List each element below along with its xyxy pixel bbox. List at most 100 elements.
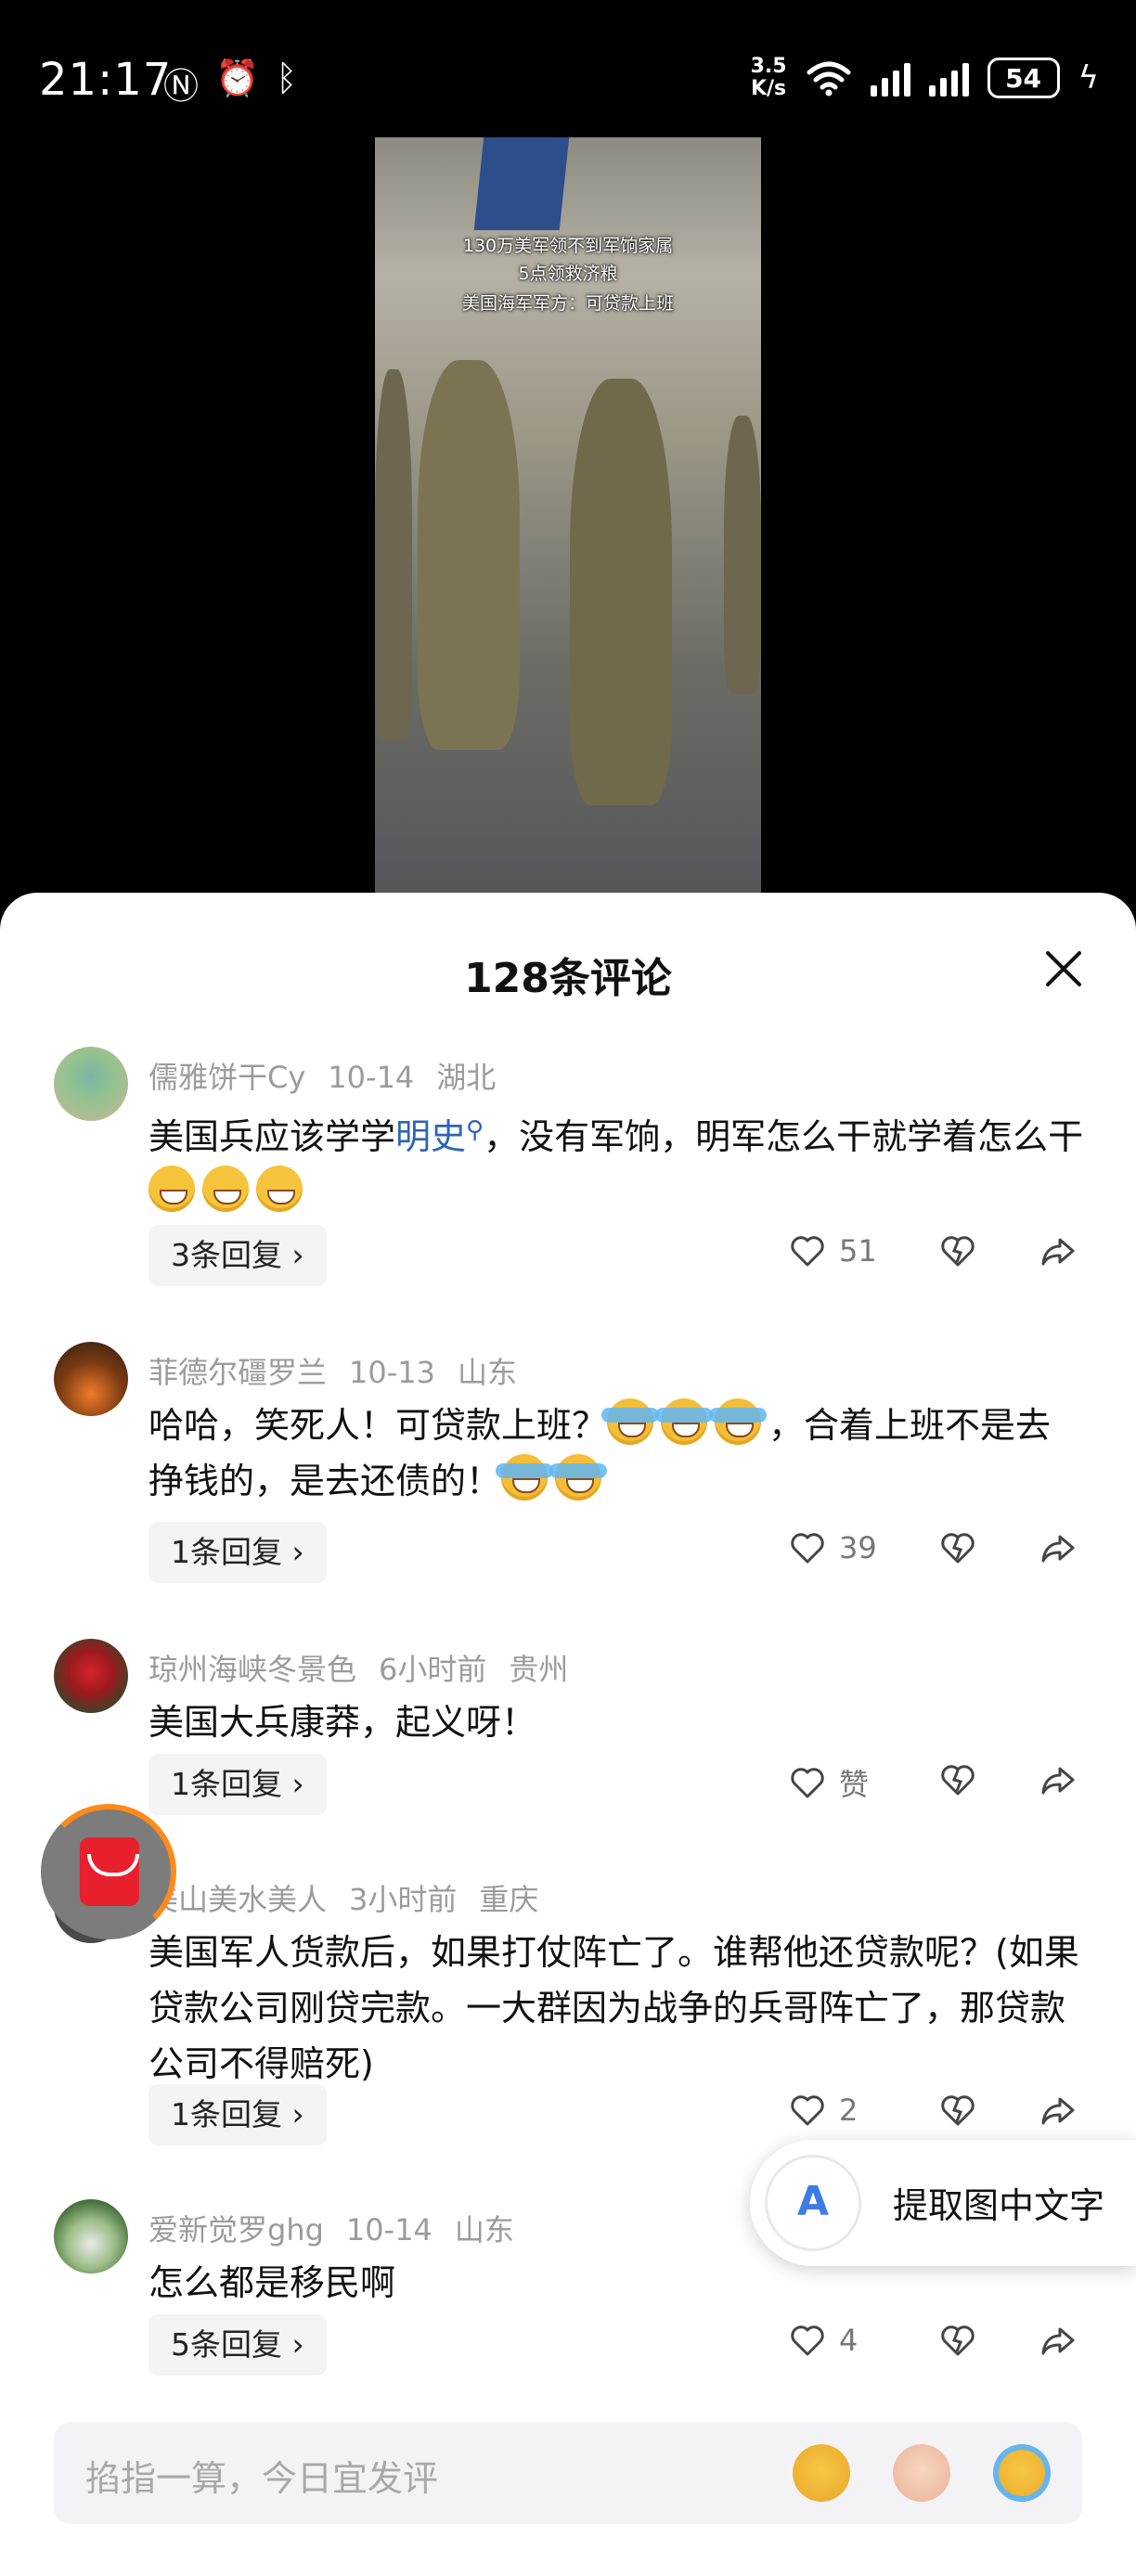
video-caption-line1: 130万美军领不到军饷家属 (462, 236, 674, 256)
avatar[interactable] (54, 1639, 128, 1713)
muscle-emoji-icon[interactable] (893, 2444, 950, 2502)
close-icon[interactable] (1041, 947, 1086, 991)
broken-heart-icon[interactable] (939, 2322, 976, 2359)
share-icon[interactable] (1039, 2322, 1077, 2359)
status-right: 3.5 K/s 54 ϟ (751, 56, 1099, 100)
comment-date: 10-14 (345, 2212, 432, 2248)
video-soldier-2 (570, 379, 672, 805)
signal-icon-1 (870, 59, 910, 97)
comment-date: 10-13 (349, 1355, 435, 1390)
laugh-cry-emoji-icon (709, 1398, 768, 1445)
like-button[interactable]: 4 (789, 2322, 858, 2359)
like-button[interactable]: 赞 (789, 1761, 869, 1804)
video-caption-line2: 5点领救济粮 (518, 264, 618, 284)
like-button[interactable]: 2 (789, 2092, 858, 2129)
grin-emoji-icon (148, 1166, 195, 1212)
avatar[interactable] (54, 1047, 128, 1121)
like-count: 39 (839, 1530, 877, 1565)
avatar[interactable] (54, 1342, 128, 1416)
search-link[interactable]: 明史 (395, 1116, 466, 1157)
comment-text: 美国大兵康莽，起义呀！ (148, 1702, 537, 1743)
search-icon[interactable]: ⚲ (466, 1116, 484, 1144)
comment-text: 美国军人货款后，如果打仗阵亡了。谁帮他还贷款呢？(如果贷款公司刚贷完款。一大群因… (148, 1932, 1079, 2084)
replies-label: 1条回复 (171, 2096, 282, 2132)
signal-icon-2 (928, 59, 969, 97)
video-player[interactable]: 130万美军领不到军饷家属 5点领救济粮 美国海军军方：可贷款上班 (375, 137, 761, 894)
video-soldier-3 (375, 369, 412, 741)
laugh-cry-emoji-icon (601, 1398, 660, 1445)
video-tv-screen (473, 137, 570, 230)
extract-text-label: 提取图中文字 (893, 2185, 1105, 2226)
comment-input[interactable]: 掐指一算，今日宜发评 (54, 2422, 1082, 2524)
comment-text-part: ，没有军饷，明军怎么干就学着怎么干 (484, 1116, 1084, 1157)
comment-location: 山东 (458, 1355, 518, 1390)
red-packet-float-button[interactable] (41, 1804, 176, 1939)
like-count: 51 (839, 1233, 877, 1269)
wifi-icon (807, 61, 851, 97)
grin-emoji-icon (256, 1166, 303, 1212)
text-scan-icon: A (765, 2155, 861, 2251)
smirk-emoji-icon[interactable] (793, 2444, 850, 2502)
broken-heart-icon[interactable] (939, 1761, 976, 1798)
comment-username[interactable]: 儒雅饼干Cy (148, 1060, 305, 1095)
comment-location: 湖北 (436, 1060, 497, 1095)
comment-actions: 赞 (789, 1756, 1095, 1811)
comment-meta: 爱新觉罗ghg 10-14 山东 (148, 2207, 536, 2249)
broken-heart-icon[interactable] (939, 1232, 976, 1269)
battery-icon: 54 (987, 58, 1060, 98)
replies-button[interactable]: 1条回复 › (148, 2084, 327, 2145)
comment-date: 6小时前 (379, 1652, 487, 1687)
status-time: 21:17 (39, 54, 173, 106)
replies-label: 3条回复 (171, 1237, 282, 1273)
comment-username[interactable]: 菲德尔礓罗兰 (148, 1355, 327, 1390)
alarm-icon: ⏰ (215, 58, 260, 98)
replies-button[interactable]: 3条回复 › (148, 1225, 327, 1286)
comment-actions: 4 (789, 2316, 1095, 2372)
video-soldier-1 (418, 360, 520, 750)
comment-input-placeholder: 掐指一算，今日宜发评 (85, 2458, 439, 2499)
comment-actions: 39 (789, 1524, 1095, 1579)
share-icon[interactable] (1039, 1529, 1077, 1566)
crying-emoji-icon[interactable] (993, 2444, 1051, 2502)
share-icon[interactable] (1039, 2092, 1077, 2129)
broken-heart-icon[interactable] (939, 1529, 976, 1566)
network-speed-unit: K/s (750, 77, 787, 100)
nfc-icon: Ⓝ (163, 66, 200, 107)
comment-meta: 菲德尔礓罗兰 10-13 山东 (148, 1349, 539, 1392)
avatar[interactable] (54, 2199, 128, 2273)
bluetooth-icon: ᛒ (276, 58, 298, 98)
replies-label: 5条回复 (171, 2326, 282, 2363)
grin-emoji-icon (202, 1166, 249, 1212)
heart-icon (791, 1236, 824, 1267)
like-count: 2 (839, 2093, 858, 2128)
replies-button[interactable]: 1条回复 › (148, 1754, 327, 1815)
like-button[interactable]: 39 (789, 1529, 877, 1566)
comment-date: 10-14 (328, 1060, 415, 1095)
comment-actions: 2 (789, 2086, 1095, 2142)
comment-item: 琼州海峡冬景色 6小时前 贵州 美国大兵康莽，起义呀！ (0, 1639, 1136, 1750)
comment-username[interactable]: 美山美水美人 (148, 1882, 327, 1917)
comment-location: 贵州 (509, 1652, 569, 1687)
comment-text-part: 哈哈，笑死人！可贷款上班？ (148, 1405, 608, 1446)
comment-username[interactable]: 琼州海峡冬景色 (148, 1652, 356, 1687)
replies-button[interactable]: 1条回复 › (148, 1522, 327, 1583)
extract-text-button[interactable]: A 提取图中文字 (750, 2140, 1136, 2266)
laugh-cry-emoji-icon (549, 1454, 608, 1501)
heart-icon (791, 2325, 824, 2356)
red-envelope-icon (80, 1837, 139, 1906)
comments-sheet: 128条评论 儒雅饼干Cy 10-14 湖北 美国兵应该学学明史⚲，没有军饷，明军怎… (0, 893, 1136, 2576)
like-count: 赞 (839, 1767, 870, 1802)
video-soldier-4 (724, 416, 761, 694)
broken-heart-icon[interactable] (939, 2092, 976, 2129)
like-button[interactable]: 51 (789, 1232, 877, 1269)
comments-title: 128条评论 (464, 955, 672, 1002)
replies-button[interactable]: 5条回复 › (148, 2314, 327, 2376)
video-caption-line3: 美国海军军方：可贷款上班 (461, 293, 674, 314)
network-speed-value: 3.5 (750, 55, 787, 78)
share-icon[interactable] (1039, 1232, 1077, 1269)
comment-meta: 美山美水美人 3小时前 重庆 (148, 1876, 561, 1919)
comment-username[interactable]: 爱新觉罗ghg (148, 2212, 324, 2248)
heart-icon (791, 1533, 824, 1564)
comment-date: 3小时前 (349, 1882, 458, 1917)
share-icon[interactable] (1039, 1761, 1077, 1798)
